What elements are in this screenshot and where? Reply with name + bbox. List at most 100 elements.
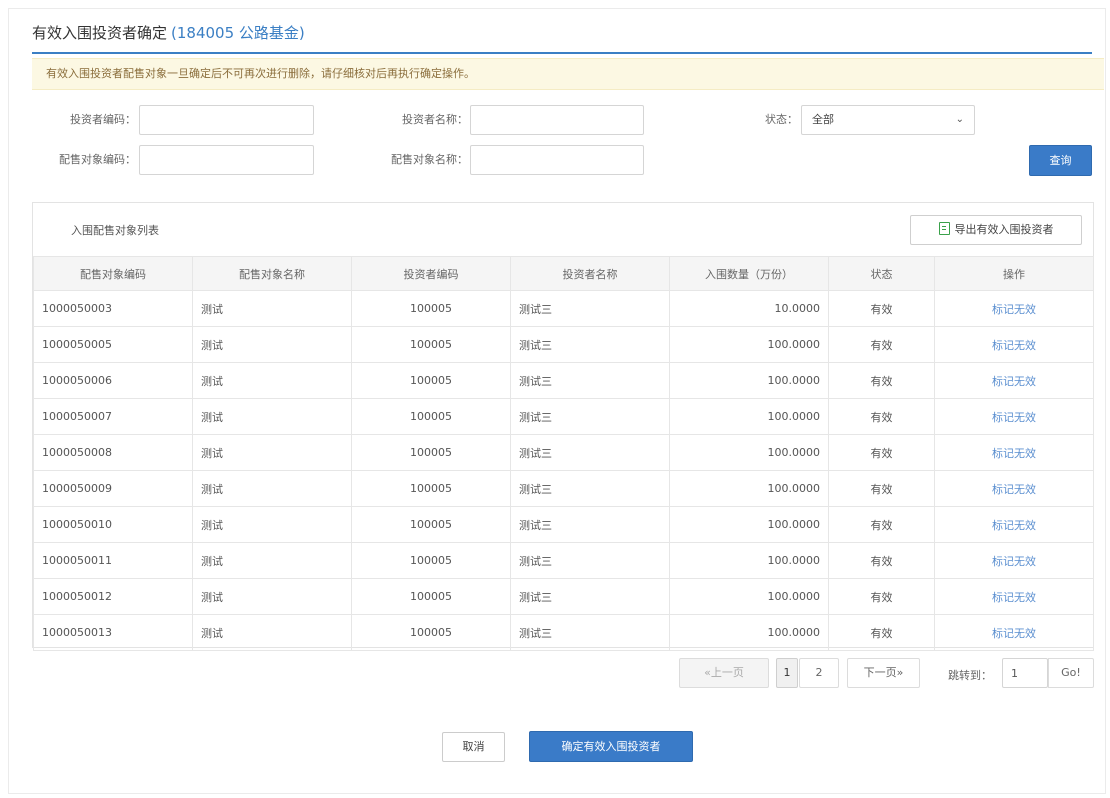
status-cell: 有效 bbox=[828, 506, 935, 543]
panel-title: 入围配售对象列表 bbox=[71, 224, 159, 237]
table-row: 1000050011 测试 100005 测试三 100.0000 有效 标记无效 bbox=[33, 542, 1094, 579]
placement-name-cell: 测试 bbox=[192, 614, 352, 651]
action-cell: 标记无效 bbox=[934, 470, 1094, 507]
placement-code-cell: 1000050008 bbox=[33, 434, 193, 471]
placement-name-cell: 测试 bbox=[192, 362, 352, 399]
placement-name-cell: 测试 bbox=[192, 290, 352, 327]
confirm-button[interactable]: 确定有效入围投资者 bbox=[529, 731, 693, 762]
placement-code-input[interactable] bbox=[139, 145, 314, 175]
table-row: 1000050008 测试 100005 测试三 100.0000 有效 标记无效 bbox=[33, 434, 1094, 471]
action-cell: 标记无效 bbox=[934, 542, 1094, 579]
col-header-placement-name: 配售对象名称 bbox=[192, 256, 352, 291]
col-header-quantity: 入围数量（万份） bbox=[669, 256, 829, 291]
placement-name-input[interactable] bbox=[470, 145, 644, 175]
action-cell: 标记无效 bbox=[934, 362, 1094, 399]
mark-invalid-link[interactable]: 标记无效 bbox=[992, 555, 1036, 568]
placement-code-cell: 1000050007 bbox=[33, 398, 193, 435]
status-select-value: 全部 bbox=[812, 113, 834, 126]
investor-name-cell: 测试三 bbox=[510, 398, 670, 435]
action-cell: 标记无效 bbox=[934, 506, 1094, 543]
status-cell: 有效 bbox=[828, 434, 935, 471]
mark-invalid-link[interactable]: 标记无效 bbox=[992, 519, 1036, 532]
action-cell: 标记无效 bbox=[934, 398, 1094, 435]
prev-page-button[interactable]: «上一页 bbox=[679, 658, 769, 688]
fund-subtitle: (184005 公路基金) bbox=[171, 24, 305, 42]
investor-name-cell: 测试三 bbox=[510, 326, 670, 363]
investor-name-cell: 测试三 bbox=[510, 470, 670, 507]
status-cell: 有效 bbox=[828, 542, 935, 579]
investor-code-input[interactable] bbox=[139, 105, 314, 135]
action-cell: 标记无效 bbox=[934, 326, 1094, 363]
title-bar: 有效入围投资者确定 (184005 公路基金) bbox=[32, 22, 1092, 54]
status-select[interactable]: 全部 ⌄ bbox=[801, 105, 975, 135]
table-row: 1000050006 测试 100005 测试三 100.0000 有效 标记无效 bbox=[33, 362, 1094, 399]
placement-code-cell: 1000050003 bbox=[33, 290, 193, 327]
investor-name-cell: 测试三 bbox=[510, 578, 670, 615]
status-label: 状态： bbox=[765, 113, 798, 126]
next-page-button[interactable]: 下一页» bbox=[847, 658, 920, 688]
chevron-down-icon: ⌄ bbox=[955, 114, 964, 125]
placement-code-cell: 1000050011 bbox=[33, 542, 193, 579]
jump-label: 跳转到： bbox=[948, 669, 992, 682]
investor-code-cell: 100005 bbox=[351, 362, 511, 399]
page-title-main: 有效入围投资者确定 bbox=[32, 24, 168, 42]
page-2-button[interactable]: 2 bbox=[799, 658, 839, 688]
status-cell: 有效 bbox=[828, 578, 935, 615]
investor-code-label: 投资者编码： bbox=[70, 113, 136, 126]
jump-page-input[interactable] bbox=[1002, 658, 1048, 688]
table-row: 1000050005 测试 100005 测试三 100.0000 有效 标记无效 bbox=[33, 326, 1094, 363]
quantity-cell: 100.0000 bbox=[669, 326, 829, 363]
placement-code-label: 配售对象编码： bbox=[59, 153, 136, 166]
mark-invalid-link[interactable]: 标记无效 bbox=[992, 447, 1036, 460]
investor-code-cell: 100005 bbox=[351, 542, 511, 579]
placement-name-cell: 测试 bbox=[192, 470, 352, 507]
col-header-investor-name: 投资者名称 bbox=[510, 256, 670, 291]
quantity-cell: 100.0000 bbox=[669, 614, 829, 651]
table-row: 1000050003 测试 100005 测试三 10.0000 有效 标记无效 bbox=[33, 290, 1094, 327]
status-cell: 有效 bbox=[828, 398, 935, 435]
export-doc-icon bbox=[938, 222, 950, 235]
placement-name-cell: 测试 bbox=[192, 578, 352, 615]
placement-code-cell: 1000050013 bbox=[33, 614, 193, 651]
quantity-cell: 100.0000 bbox=[669, 398, 829, 435]
mark-invalid-link[interactable]: 标记无效 bbox=[992, 411, 1036, 424]
quantity-cell: 100.0000 bbox=[669, 362, 829, 399]
placement-name-cell: 测试 bbox=[192, 326, 352, 363]
status-cell: 有效 bbox=[828, 614, 935, 651]
mark-invalid-link[interactable]: 标记无效 bbox=[992, 591, 1036, 604]
placement-code-cell: 1000050005 bbox=[33, 326, 193, 363]
placement-code-cell: 1000050012 bbox=[33, 578, 193, 615]
mark-invalid-link[interactable]: 标记无效 bbox=[992, 483, 1036, 496]
investor-code-cell: 100005 bbox=[351, 398, 511, 435]
investor-name-label: 投资者名称： bbox=[402, 113, 468, 126]
table-row: 1000050009 测试 100005 测试三 100.0000 有效 标记无效 bbox=[33, 470, 1094, 507]
placement-code-cell: 1000050006 bbox=[33, 362, 193, 399]
investor-code-cell: 100005 bbox=[351, 326, 511, 363]
table-row: 1000050012 测试 100005 测试三 100.0000 有效 标记无效 bbox=[33, 578, 1094, 615]
placement-name-cell: 测试 bbox=[192, 542, 352, 579]
mark-invalid-link[interactable]: 标记无效 bbox=[992, 375, 1036, 388]
investor-name-cell: 测试三 bbox=[510, 362, 670, 399]
placement-name-cell: 测试 bbox=[192, 398, 352, 435]
export-button-label: 导出有效入围投资者 bbox=[954, 223, 1054, 236]
quantity-cell: 100.0000 bbox=[669, 542, 829, 579]
investor-name-cell: 测试三 bbox=[510, 290, 670, 327]
investor-name-input[interactable] bbox=[470, 105, 644, 135]
page-1-button[interactable]: 1 bbox=[776, 658, 798, 688]
investor-code-cell: 100005 bbox=[351, 506, 511, 543]
col-header-status: 状态 bbox=[828, 256, 935, 291]
mark-invalid-link[interactable]: 标记无效 bbox=[992, 303, 1036, 316]
export-button[interactable]: 导出有效入围投资者 bbox=[910, 215, 1082, 245]
status-cell: 有效 bbox=[828, 290, 935, 327]
investor-name-cell: 测试三 bbox=[510, 614, 670, 651]
cancel-button[interactable]: 取消 bbox=[442, 732, 505, 762]
investor-code-cell: 100005 bbox=[351, 290, 511, 327]
query-button[interactable]: 查询 bbox=[1029, 145, 1092, 176]
action-cell: 标记无效 bbox=[934, 434, 1094, 471]
investor-code-cell: 100005 bbox=[351, 578, 511, 615]
mark-invalid-link[interactable]: 标记无效 bbox=[992, 627, 1036, 640]
investor-name-cell: 测试三 bbox=[510, 434, 670, 471]
go-button[interactable]: Go! bbox=[1048, 658, 1094, 688]
mark-invalid-link[interactable]: 标记无效 bbox=[992, 339, 1036, 352]
table-row: 1000050007 测试 100005 测试三 100.0000 有效 标记无效 bbox=[33, 398, 1094, 435]
